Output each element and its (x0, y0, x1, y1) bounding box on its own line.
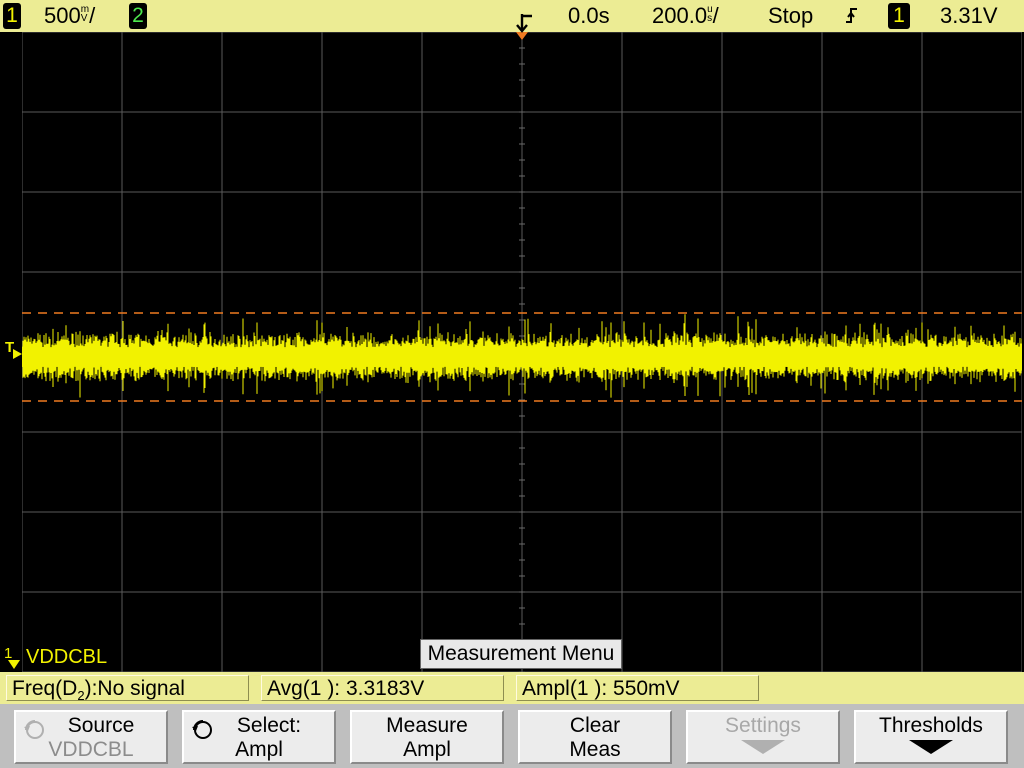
ground-arrow-icon (8, 660, 20, 669)
entry-knob-icon (192, 720, 212, 739)
channel-2-indicator[interactable]: 2 (129, 3, 147, 29)
run-state[interactable]: Stop (768, 0, 813, 32)
trace-core-band (22, 347, 1022, 367)
channel-1-label: VDDCBL (26, 646, 108, 668)
delay-value[interactable]: 0.0s (568, 0, 610, 32)
thresholds-softkey[interactable]: Thresholds (854, 710, 1008, 764)
channel-1-scale-unit: mV (80, 4, 90, 25)
clear-meas-softkey[interactable]: Clear Meas (518, 710, 672, 764)
measurement-average: Avg(1 ): 3.3183V (261, 675, 504, 701)
source-softkey[interactable]: Source VDDCBL (14, 710, 168, 764)
measurement-results-bar: Freq(D2):No signal Avg(1 ): 3.3183V Ampl… (0, 672, 1024, 704)
select-softkey[interactable]: Select: Ampl (182, 710, 336, 764)
menu-title: Measurement Menu (420, 639, 622, 669)
measure-softkey[interactable]: Measure Ampl (350, 710, 504, 764)
rising-edge-icon (844, 0, 860, 32)
channel-1-indicator[interactable]: 1 (3, 3, 21, 29)
measurement-amplitude: Ampl(1 ): 550mV (516, 675, 759, 701)
channel-1-scale[interactable]: 500m V/ (44, 0, 95, 32)
timebase-scale[interactable]: 200.0u s/ (652, 0, 719, 32)
channel-1-scale-value: 500 (44, 3, 81, 28)
entry-knob-icon (24, 720, 44, 739)
submenu-arrow-icon (741, 740, 785, 754)
trigger-source-indicator[interactable]: 1 (888, 3, 910, 29)
settings-softkey[interactable]: Settings (686, 710, 840, 764)
trigger-level-arrow-icon (13, 349, 22, 359)
trigger-level-value[interactable]: 3.31V (940, 0, 998, 32)
timebase-value: 200.0 (652, 3, 708, 28)
softkey-bar: Source VDDCBL Select: Ampl Measure Ampl … (0, 704, 1024, 768)
waveform-display (22, 32, 1022, 672)
trigger-point-icon (516, 14, 532, 33)
measurement-frequency: Freq(D2):No signal (6, 675, 249, 703)
submenu-arrow-icon (909, 740, 953, 754)
status-bar: 1 500m V/ 2 0.0s 200.0u s/ Stop 1 3.31V (0, 0, 1024, 32)
